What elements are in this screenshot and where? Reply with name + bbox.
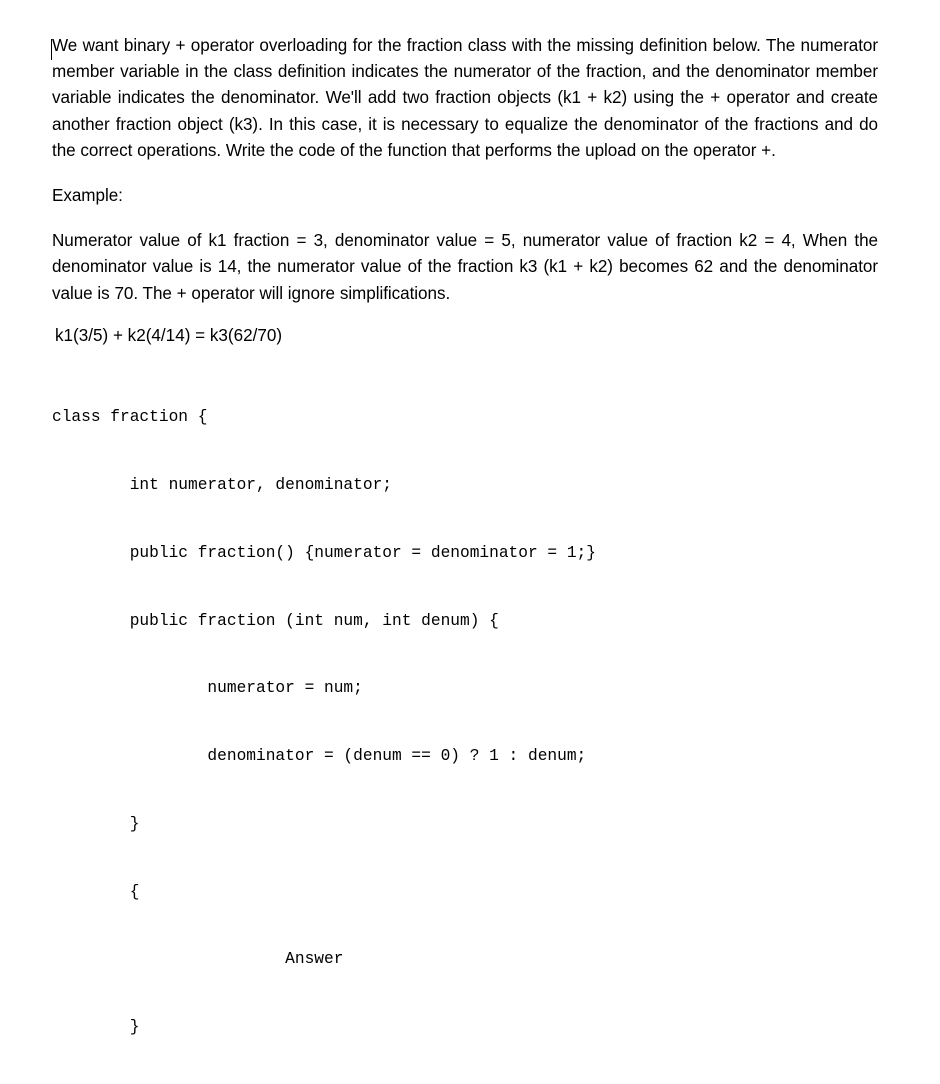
document-body[interactable]: We want binary + operator overloading fo… bbox=[51, 33, 878, 1084]
document-page: We want binary + operator overloading fo… bbox=[0, 0, 940, 1036]
prompt-paragraph: We want binary + operator overloading fo… bbox=[52, 36, 878, 160]
example-heading: Example: bbox=[52, 186, 123, 206]
text-caret bbox=[51, 39, 53, 60]
code-line: } bbox=[52, 1018, 140, 1037]
code-line: public fraction() {numerator = denominat… bbox=[52, 543, 596, 562]
code-line: denominator = (denum == 0) ? 1 : denum; bbox=[52, 747, 587, 766]
code-line: public fraction (int num, int denum) { bbox=[52, 611, 499, 630]
code-line: } bbox=[52, 814, 140, 833]
code-line: class fraction { bbox=[52, 408, 208, 427]
code-block[interactable]: class fraction { int numerator, denomina… bbox=[52, 361, 878, 1084]
code-line: { bbox=[52, 882, 140, 901]
code-line: numerator = num; bbox=[52, 679, 363, 698]
example-equation: k1(3/5) + k2(4/14) = k3(62/70) bbox=[55, 325, 283, 345]
code-line-answer-placeholder: Answer bbox=[52, 950, 344, 969]
code-line: int numerator, denominator; bbox=[52, 476, 392, 494]
example-body-paragraph: Numerator value of k1 fraction = 3, deno… bbox=[52, 231, 878, 303]
